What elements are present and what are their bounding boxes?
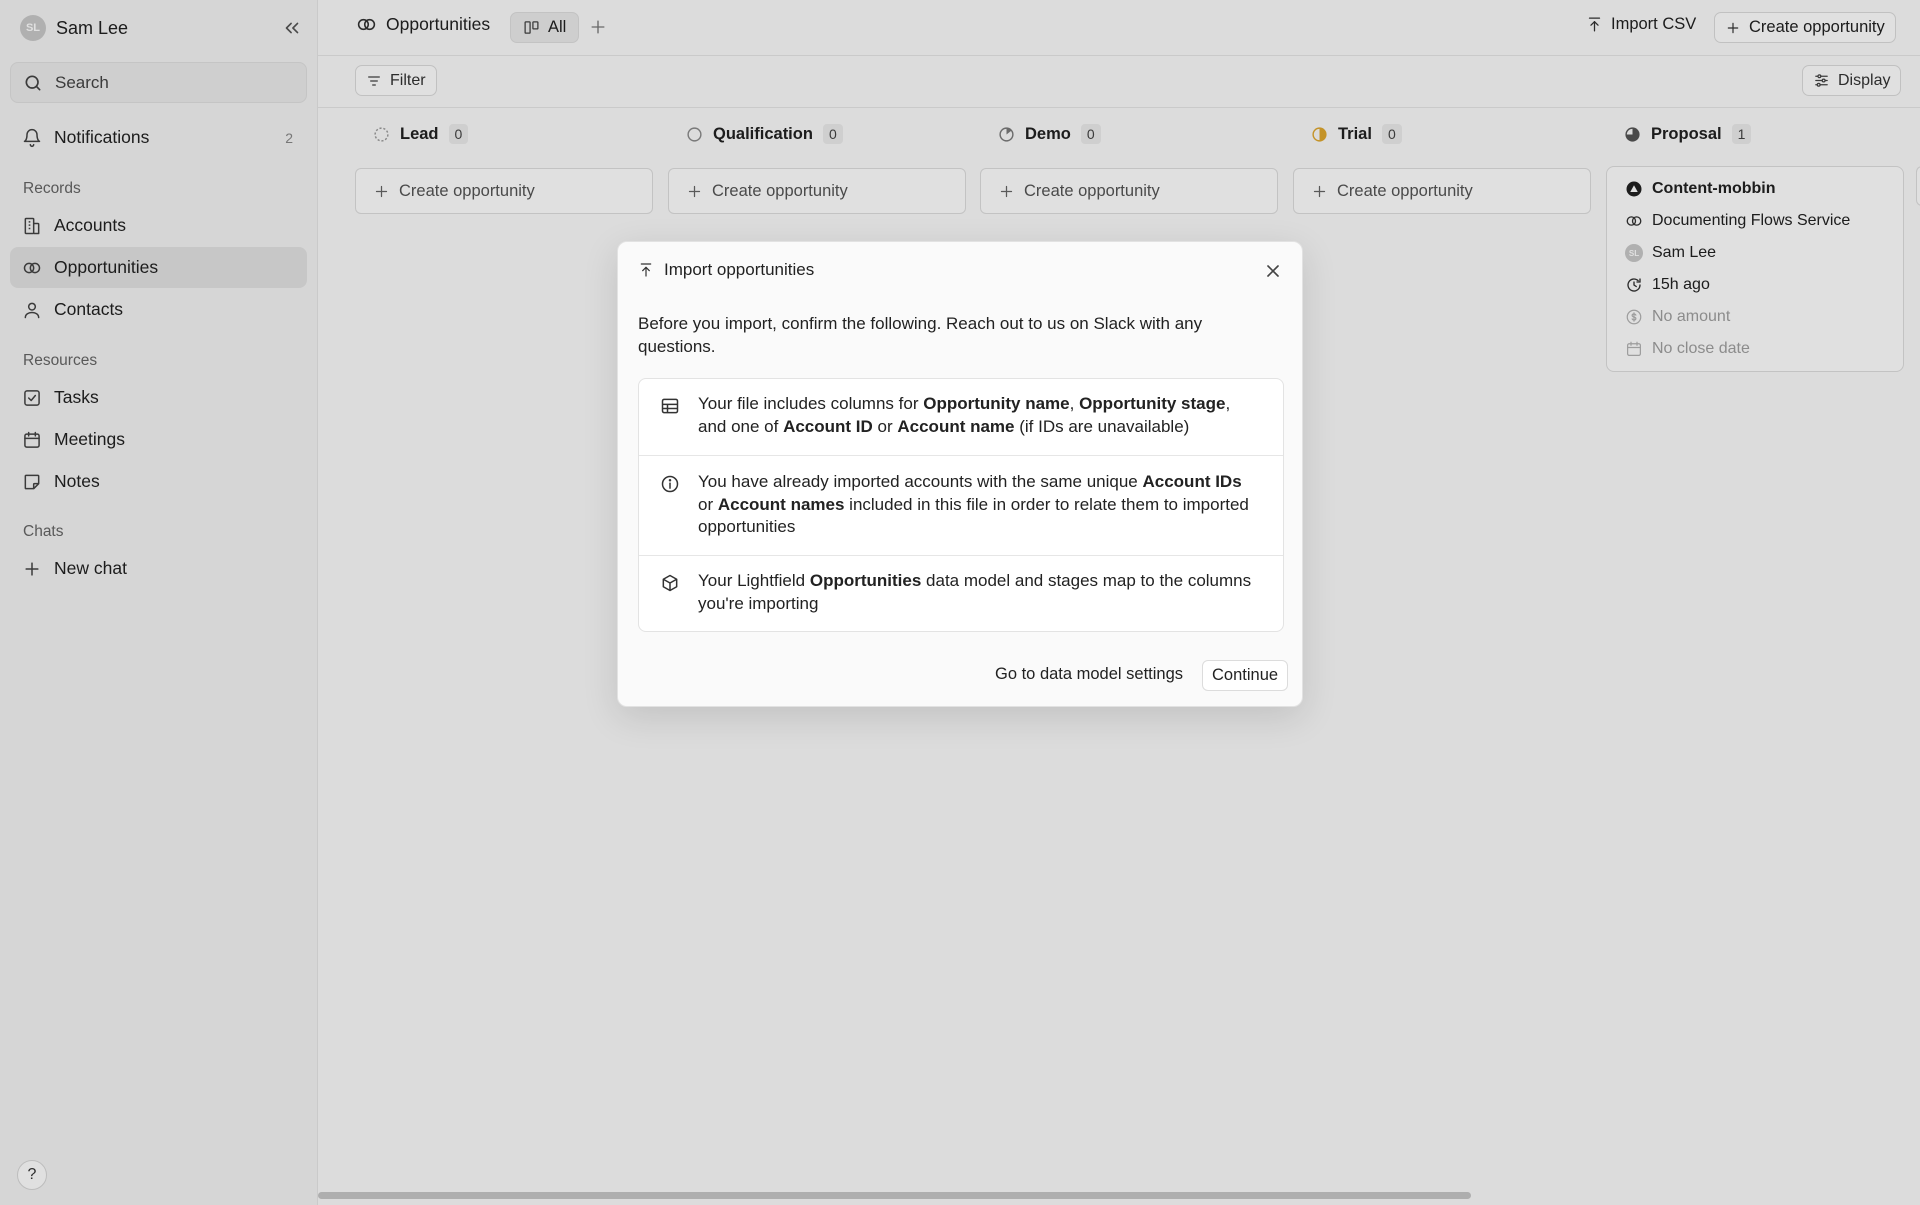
info-icon (660, 474, 680, 494)
continue-button[interactable]: Continue (1202, 660, 1289, 691)
cube-icon (660, 573, 680, 593)
dialog-intro: Before you import, confirm the following… (638, 314, 1203, 356)
requirements-list: Your file includes columns for Opportuni… (638, 378, 1284, 632)
dialog-title: Import opportunities (664, 260, 815, 279)
divider (639, 455, 1283, 456)
requirement-text: You have already imported accounts with … (698, 472, 1249, 536)
upload-icon (638, 262, 654, 278)
close-icon[interactable] (1263, 261, 1283, 281)
data-model-settings-button[interactable]: Go to data model settings (995, 665, 1183, 684)
divider (639, 555, 1283, 556)
import-opportunities-dialog: Import opportunities Before you import, … (617, 241, 1303, 707)
requirement-text: Your file includes columns for Opportuni… (698, 394, 1231, 436)
requirement-text: Your Lightfield Opportunities data model… (698, 571, 1252, 613)
table-icon (660, 396, 680, 416)
dialog-header: Import opportunities (638, 260, 814, 280)
